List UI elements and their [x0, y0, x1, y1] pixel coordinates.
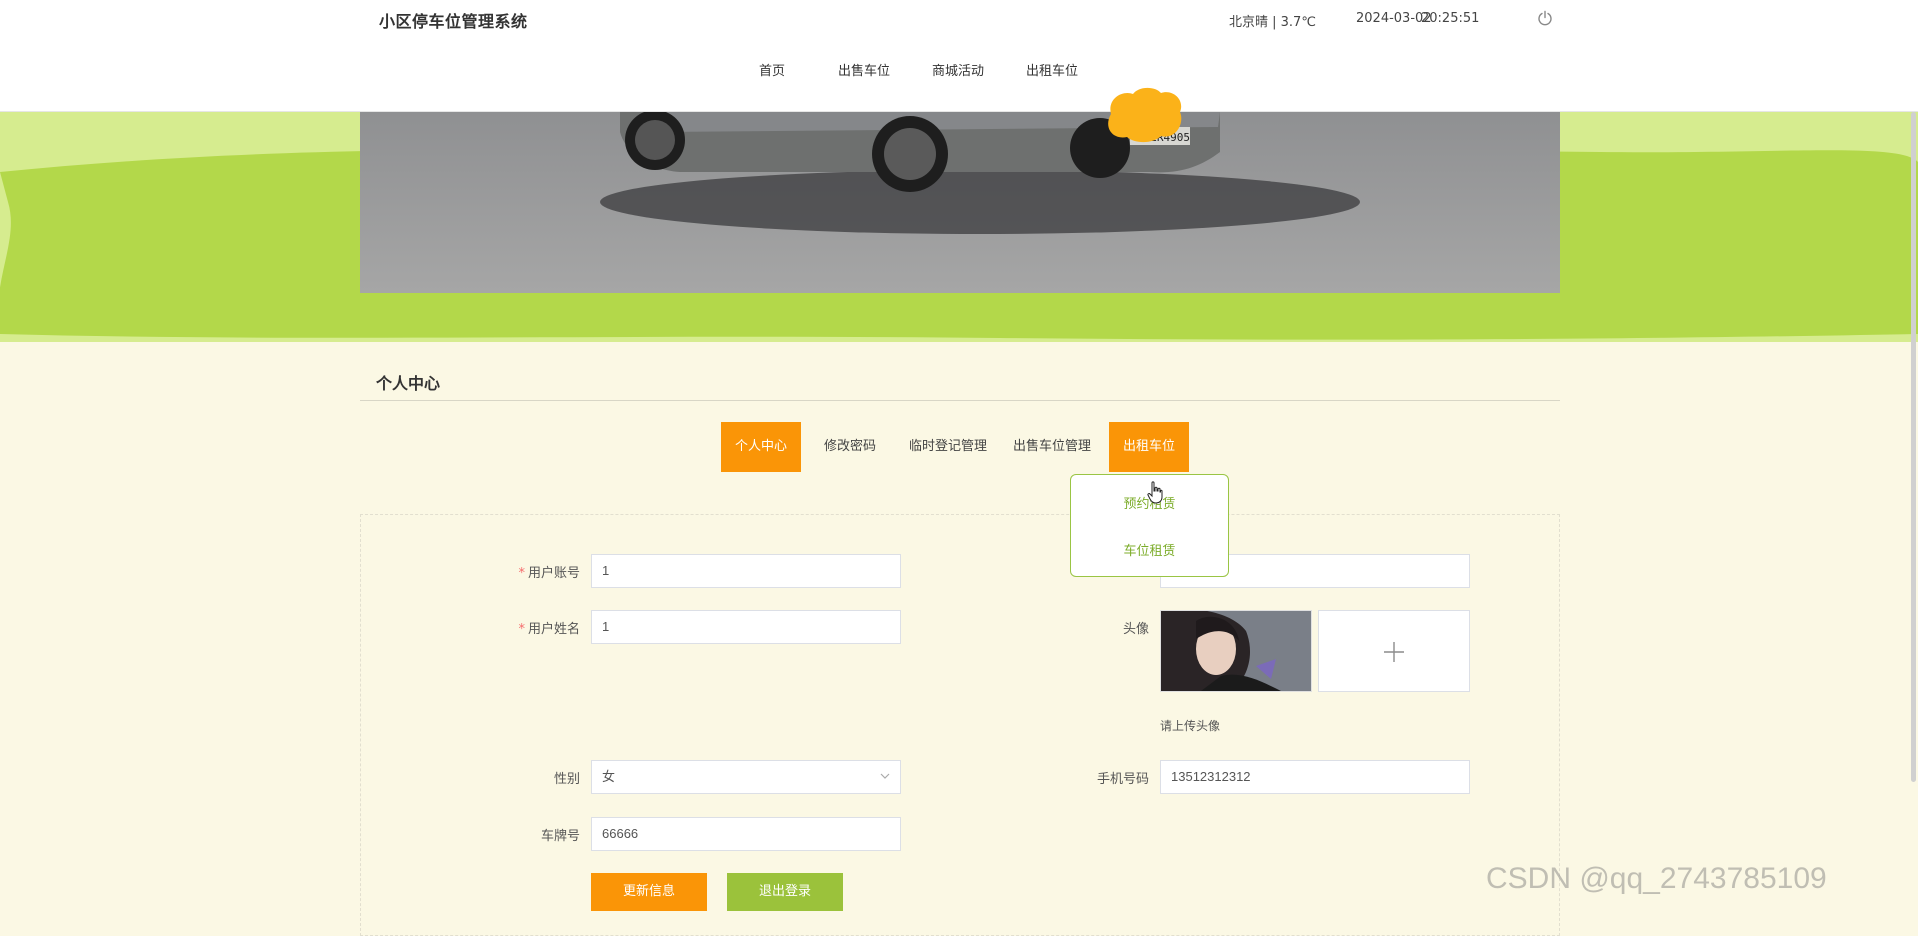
update-info-button[interactable]: 更新信息 — [591, 873, 707, 911]
section-title: 个人中心 — [376, 374, 441, 393]
nav-item-sell-spaces[interactable]: 出售车位 — [834, 44, 894, 100]
required-mark: * — [518, 622, 525, 637]
main-nav: 首页 出售车位 商城活动 出租车位 个人中心 — [0, 44, 1918, 143]
tab-rent-spaces[interactable]: 出租车位 — [1109, 422, 1189, 472]
avatar-portrait — [1161, 611, 1311, 691]
name-input[interactable]: 1 — [591, 610, 901, 644]
car-photo: 701R4905 — [360, 112, 1560, 293]
gender-select[interactable]: 女 — [591, 760, 901, 794]
section-divider — [360, 400, 1560, 401]
nav-item-rent-spaces[interactable]: 出租车位 — [1022, 44, 1082, 100]
account-input[interactable]: 1 — [591, 554, 901, 588]
top-header: 小区停车位管理系统 北京晴 | 3.7℃ 2024-03-02 20:25:51… — [0, 0, 1918, 143]
plate-input[interactable]: 66666 — [591, 817, 901, 851]
csdn-watermark: CSDN @qq_2743785109 — [1486, 862, 1827, 895]
power-icon[interactable] — [1537, 10, 1553, 26]
tab-sell-space-management[interactable]: 出售车位管理 — [1004, 422, 1100, 472]
gender-label: 性别 — [553, 772, 580, 787]
banner-image: 701R4905 — [360, 112, 1560, 293]
logout-button[interactable]: 退出登录 — [727, 873, 843, 911]
weather-info: 北京晴 | 3.7℃ — [1229, 15, 1316, 30]
account-label: * 用户账号 — [518, 566, 580, 581]
tab-personal-center[interactable]: 个人中心 — [721, 422, 801, 472]
chevron-down-icon — [880, 773, 890, 779]
phone-label: 手机号码 — [1096, 772, 1149, 787]
gender-value: 女 — [602, 769, 616, 784]
avatar-upload-tip: 请上传头像 — [1160, 719, 1221, 733]
plus-icon — [1384, 642, 1404, 662]
page-scrollbar[interactable] — [1911, 112, 1916, 782]
phone-input[interactable]: 13512312312 — [1160, 760, 1470, 794]
tab-change-password[interactable]: 修改密码 — [812, 422, 888, 472]
tab-temp-registration[interactable]: 临时登记管理 — [898, 422, 998, 472]
hand-cursor-icon — [1147, 481, 1163, 504]
current-time: 20:25:51 — [1421, 11, 1480, 26]
nav-item-home[interactable]: 首页 — [757, 44, 787, 100]
nav-item-personal-center[interactable]: 个人中心 — [1114, 44, 1174, 100]
avatar-label: 头像 — [1122, 622, 1149, 637]
site-title: 小区停车位管理系统 — [379, 12, 528, 31]
dropdown-item-space-rental[interactable]: 车位租赁 — [1071, 540, 1228, 559]
nav-item-mall-events[interactable]: 商城活动 — [928, 44, 988, 100]
required-mark: * — [518, 566, 525, 581]
name-label: * 用户姓名 — [518, 622, 580, 637]
avatar-upload-box[interactable] — [1318, 610, 1470, 692]
plate-label: 车牌号 — [540, 829, 580, 844]
avatar-image — [1160, 610, 1312, 692]
